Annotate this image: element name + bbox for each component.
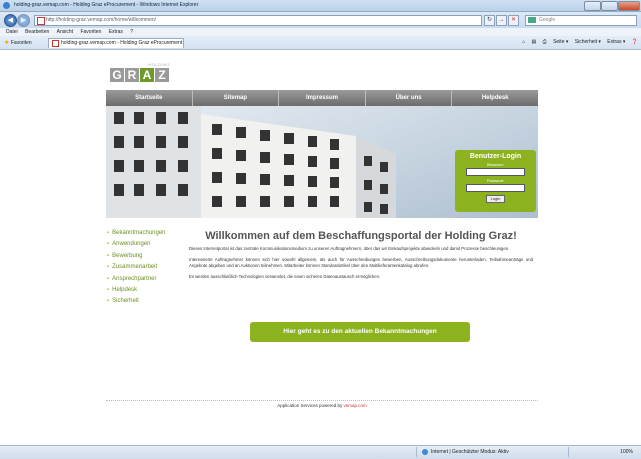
nav-ueber-uns[interactable]: Über uns [366, 90, 453, 106]
logo-holding-text: HOLDING [148, 62, 170, 67]
nav-startseite[interactable]: Startseite [106, 90, 193, 106]
star-icon: ★ [4, 40, 10, 46]
logo-letter: A [140, 68, 154, 82]
contractor-paragraph: Interessierte Auftragnehmer können sich … [189, 257, 533, 268]
nav-helpdesk[interactable]: Helpdesk [452, 90, 538, 106]
sidenav-sicherheit[interactable]: Sicherheit [107, 298, 187, 309]
footer-text: Application Services powered by [277, 403, 344, 408]
announcements-cta-button[interactable]: Hier geht es zu den aktuellen Bekanntmac… [250, 322, 470, 342]
menu-bearbeiten[interactable]: Bearbeiten [25, 29, 49, 35]
vemap-link[interactable]: vemap.com [344, 403, 367, 408]
globe-icon [422, 449, 428, 455]
help-icon[interactable]: ❓ [632, 39, 638, 45]
back-button[interactable]: ◀ [4, 14, 17, 27]
browser-tab[interactable]: holding-graz.vemap.com - Holding Graz eP… [48, 38, 184, 48]
logo-letter: G [110, 68, 124, 82]
password-label: Passwort: [486, 178, 505, 183]
menu-datei[interactable]: Datei [6, 29, 18, 35]
username-input[interactable] [466, 168, 525, 176]
password-input[interactable] [466, 184, 525, 192]
holding-graz-logo[interactable]: HOLDING G R A Z [110, 62, 171, 82]
sidenav-bewerbung[interactable]: Bewerbung [107, 253, 187, 264]
menu-favoriten[interactable]: Favoriten [80, 29, 101, 35]
home-icon[interactable]: ⌂ [522, 39, 525, 45]
sidenav-zusammenarbeit[interactable]: Zusammenarbeit [107, 264, 187, 275]
menu-help[interactable]: ? [130, 29, 133, 35]
sidenav-ansprechpartner[interactable]: Ansprechpartner [107, 276, 187, 287]
menu-extras[interactable]: Extras [109, 29, 123, 35]
feeds-icon[interactable]: ▤ [532, 39, 537, 45]
security-paragraph: Es werden ausschließlich Technologien ve… [189, 274, 381, 279]
security-zone[interactable]: Internet | Geschützter Modus: Aktiv [431, 449, 509, 455]
close-button[interactable] [618, 1, 640, 11]
address-text: http://holding-graz.vemap.com/home/willk… [46, 17, 157, 23]
menu-bar: Datei Bearbeiten Ansicht Favoriten Extra… [0, 28, 641, 36]
command-bar: ⌂ ▤ ⎙ Seite ▾ Sicherheit ▾ Extras ▾ ❓ [517, 39, 638, 45]
logo-letter: Z [155, 68, 169, 82]
main-content: Willkommen auf dem Beschaffungsportal de… [189, 230, 533, 285]
forward-button[interactable]: ▶ [17, 14, 30, 27]
search-box[interactable]: Google [525, 15, 637, 26]
nav-impressum[interactable]: Impressum [279, 90, 366, 106]
footer: Application Services powered by vemap.co… [106, 403, 538, 408]
main-navigation: Startseite Sitemap Impressum Über uns He… [106, 90, 538, 106]
username-label: Benutzer: [486, 162, 505, 167]
window-title: holding-graz.vemap.com - Holding Graz eP… [14, 2, 199, 8]
login-title: Benutzer-Login [469, 153, 522, 160]
sidenav-bekanntmachungen[interactable]: Bekanntmachungen [107, 230, 187, 241]
tools-menu[interactable]: Extras ▾ [607, 39, 625, 45]
maximize-button[interactable] [601, 1, 618, 11]
nav-sitemap[interactable]: Sitemap [193, 90, 280, 106]
favorites-bar: ★ Favoriten holding-graz.vemap.com - Hol… [0, 36, 641, 50]
login-panel: Benutzer-Login Benutzer: Passwort: Login [455, 150, 536, 212]
side-navigation: Bekanntmachungen Anwendungen Bewerbung Z… [107, 230, 187, 310]
sidenav-anwendungen[interactable]: Anwendungen [107, 241, 187, 252]
site-favicon [37, 17, 45, 25]
menu-ansicht[interactable]: Ansicht [57, 29, 73, 35]
tab-favicon [52, 40, 59, 47]
logo-letter: R [125, 68, 139, 82]
zoom-level[interactable]: 100% [620, 449, 633, 455]
intro-paragraph: Dieses Internetportal ist das zentrale K… [189, 246, 510, 251]
status-divider [416, 447, 417, 457]
search-placeholder: Google [539, 17, 556, 23]
tab-title: holding-graz.vemap.com - Holding Graz eP… [61, 40, 183, 46]
favorites-button[interactable]: ★ Favoriten [4, 39, 32, 46]
address-bar[interactable]: http://holding-graz.vemap.com/home/willk… [34, 15, 482, 26]
minimize-button[interactable] [584, 1, 601, 11]
sidenav-helpdesk[interactable]: Helpdesk [107, 287, 187, 298]
address-toolbar: ◀ ▶ http://holding-graz.vemap.com/home/w… [0, 12, 641, 28]
search-provider-icon [528, 17, 536, 23]
footer-divider [106, 400, 538, 401]
window-titlebar: holding-graz.vemap.com - Holding Graz eP… [0, 0, 641, 12]
page-menu[interactable]: Seite ▾ [553, 39, 568, 45]
refresh-button[interactable]: ↻ [484, 15, 495, 26]
internet-explorer-icon [3, 2, 10, 9]
status-bar: Internet | Geschützter Modus: Aktiv 100% [0, 445, 641, 459]
go-button[interactable]: → [496, 15, 507, 26]
print-icon[interactable]: ⎙ [543, 39, 547, 45]
stop-button[interactable]: ✕ [508, 15, 519, 26]
page-heading: Willkommen auf dem Beschaffungsportal de… [205, 230, 517, 242]
security-menu[interactable]: Sicherheit ▾ [575, 39, 601, 45]
status-divider [568, 447, 569, 457]
login-button[interactable]: Login [485, 195, 506, 203]
